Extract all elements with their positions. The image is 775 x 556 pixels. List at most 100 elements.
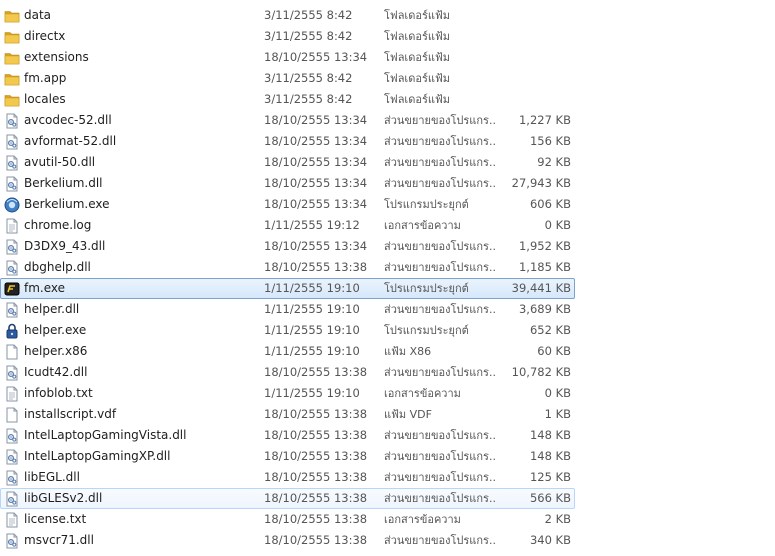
file-row[interactable]: directx 3/11/2555 8:42 โฟลเดอร์แฟ้ม <box>0 26 575 47</box>
file-row[interactable]: avcodec-52.dll 18/10/2555 13:34 ส่วนขยายขอ… <box>0 110 575 131</box>
file-date-modified: 18/10/2555 13:38 <box>264 407 368 421</box>
file-type: โฟลเดอร์แฟ้ม <box>384 72 450 85</box>
file-row[interactable]: Icudt42.dll 18/10/2555 13:38 ส่วนขยายของโป… <box>0 362 575 383</box>
file-type: ส่วนขยายของโปรแกร... <box>384 156 496 169</box>
file-size: 148 KB <box>529 428 571 442</box>
file-date-modified: 1/11/2555 19:10 <box>264 344 360 358</box>
file-size: 92 KB <box>537 155 571 169</box>
file-size: 1 KB <box>544 407 571 421</box>
file-row[interactable]: avformat-52.dll 18/10/2555 13:34 ส่วนขยายข… <box>0 131 575 152</box>
file-row[interactable]: fm.app 3/11/2555 8:42 โฟลเดอร์แฟ้ม <box>0 68 575 89</box>
file-name: helper.x86 <box>24 344 88 358</box>
file-type: ส่วนขยายของโปรแกร... <box>384 261 496 274</box>
file-date-modified: 18/10/2555 13:34 <box>264 113 368 127</box>
file-name: avformat-52.dll <box>24 134 117 148</box>
file-date-modified: 18/10/2555 13:34 <box>264 176 368 190</box>
dll-icon <box>4 134 20 150</box>
file-date-modified: 1/11/2555 19:10 <box>264 281 360 295</box>
file-row[interactable]: helper.exe 1/11/2555 19:10 โปรแกรมประยุกต์… <box>0 320 575 341</box>
file-date-modified: 18/10/2555 13:38 <box>264 491 368 505</box>
file-type: โฟลเดอร์แฟ้ม <box>384 9 450 22</box>
dll-icon <box>4 449 20 465</box>
file-row[interactable]: IntelLaptopGamingVista.dll 18/10/2555 13:… <box>0 425 575 446</box>
folder-icon <box>4 8 20 24</box>
file-type: โปรแกรมประยุกต์ <box>384 282 469 295</box>
file-date-modified: 18/10/2555 13:38 <box>264 260 368 274</box>
file-date-modified: 18/10/2555 13:34 <box>264 239 368 253</box>
file-row[interactable]: helper.x86 1/11/2555 19:10 แฟ้ม X86 60 KB <box>0 341 575 362</box>
file-size <box>496 48 571 67</box>
file-row[interactable]: IntelLaptopGamingXP.dll 18/10/2555 13:38 ส… <box>0 446 575 467</box>
folder-icon <box>4 71 20 87</box>
file-row[interactable]: license.txt 18/10/2555 13:38 เอกสารข้อความ… <box>0 509 575 530</box>
file-date-modified: 3/11/2555 8:42 <box>264 71 353 85</box>
dll-icon <box>4 260 20 276</box>
file-row[interactable]: installscript.vdf 18/10/2555 13:38 แฟ้ม VD… <box>0 404 575 425</box>
file-type: ส่วนขยายของโปรแกร... <box>384 114 496 127</box>
file-row[interactable]: dbghelp.dll 18/10/2555 13:38 ส่วนขยายของโป… <box>0 257 575 278</box>
file-row[interactable]: avutil-50.dll 18/10/2555 13:34 ส่วนขยายของ… <box>0 152 575 173</box>
file-type: โฟลเดอร์แฟ้ม <box>384 30 450 43</box>
file-size: 340 KB <box>529 533 571 547</box>
file-row[interactable]: Berkelium.exe 18/10/2555 13:34 โปรแกรมประย… <box>0 194 575 215</box>
dll-icon <box>4 491 20 507</box>
file-size: 0 KB <box>544 218 571 232</box>
file-name: locales <box>24 92 66 106</box>
file-name: msvcr71.dll <box>24 533 94 547</box>
file-row[interactable]: libGLESv2.dll 18/10/2555 13:38 ส่วนขยายของ… <box>0 488 575 509</box>
dll-icon <box>4 176 20 192</box>
file-name: installscript.vdf <box>24 407 117 421</box>
file-name: avcodec-52.dll <box>24 113 112 127</box>
file-date-modified: 18/10/2555 13:38 <box>264 449 368 463</box>
file-row[interactable]: fm.exe 1/11/2555 19:10 โปรแกรมประยุกต์ 39,4… <box>0 278 575 299</box>
file-date-modified: 18/10/2555 13:38 <box>264 428 368 442</box>
file-date-modified: 18/10/2555 13:38 <box>264 533 368 547</box>
file-date-modified: 18/10/2555 13:38 <box>264 365 368 379</box>
file-row[interactable]: locales 3/11/2555 8:42 โฟลเดอร์แฟ้ม <box>0 89 575 110</box>
file-type: ส่วนขยายของโปรแกร... <box>384 240 496 253</box>
file-row[interactable]: infoblob.txt 1/11/2555 19:10 เอกสารข้อความ… <box>0 383 575 404</box>
file-name: Berkelium.dll <box>24 176 103 190</box>
file-name: chrome.log <box>24 218 92 232</box>
file-date-modified: 18/10/2555 13:34 <box>264 50 368 64</box>
file-name: helper.dll <box>24 302 80 316</box>
file-size: 606 KB <box>529 197 571 211</box>
file-name: libEGL.dll <box>24 470 80 484</box>
file-row[interactable]: msvcr71.dll 18/10/2555 13:38 ส่วนขยายของโป… <box>0 530 575 551</box>
file-list[interactable]: data 3/11/2555 8:42 โฟลเดอร์แฟ้ม directx 3/1… <box>0 0 775 556</box>
file-row[interactable]: D3DX9_43.dll 18/10/2555 13:34 ส่วนขยายของโ… <box>0 236 575 257</box>
file-size <box>496 69 571 88</box>
file-name: D3DX9_43.dll <box>24 239 106 253</box>
file-name: helper.exe <box>24 323 87 337</box>
file-type: โฟลเดอร์แฟ้ม <box>384 51 450 64</box>
dll-icon <box>4 155 20 171</box>
dll-icon <box>4 302 20 318</box>
file-row[interactable]: helper.dll 1/11/2555 19:10 ส่วนขยายของโปรแ… <box>0 299 575 320</box>
file-date-modified: 3/11/2555 8:42 <box>264 29 353 43</box>
file-row[interactable]: data 3/11/2555 8:42 โฟลเดอร์แฟ้ม <box>0 5 575 26</box>
file-date-modified: 1/11/2555 19:10 <box>264 323 360 337</box>
file-row[interactable]: chrome.log 1/11/2555 19:12 เอกสารข้อความ 0 … <box>0 215 575 236</box>
file-type: ส่วนขยายของโปรแกร... <box>384 429 496 442</box>
file-type: แฟ้ม VDF <box>384 408 432 421</box>
file-size <box>496 6 571 25</box>
file-size: 10,782 KB <box>511 365 571 379</box>
file-row[interactable]: libEGL.dll 18/10/2555 13:38 ส่วนขยายของโปร… <box>0 467 575 488</box>
file-name: data <box>24 8 52 22</box>
dll-icon <box>4 470 20 486</box>
file-date-modified: 18/10/2555 13:38 <box>264 512 368 526</box>
dll-icon <box>4 533 20 549</box>
file-type: เอกสารข้อความ <box>384 219 461 232</box>
file-row[interactable]: extensions 18/10/2555 13:34 โฟลเดอร์แฟ้ม <box>0 47 575 68</box>
lock-icon <box>4 323 20 339</box>
text-file-icon <box>4 386 20 402</box>
file-name: fm.exe <box>24 281 66 295</box>
file-type: โปรแกรมประยุกต์ <box>384 324 469 337</box>
text-file-icon <box>4 512 20 528</box>
file-type: แฟ้ม X86 <box>384 345 432 358</box>
file-size: 0 KB <box>544 386 571 400</box>
file-name: Berkelium.exe <box>24 197 110 211</box>
file-size: 1,227 KB <box>518 113 571 127</box>
file-date-modified: 3/11/2555 8:42 <box>264 8 353 22</box>
file-row[interactable]: Berkelium.dll 18/10/2555 13:34 ส่วนขยายของ… <box>0 173 575 194</box>
